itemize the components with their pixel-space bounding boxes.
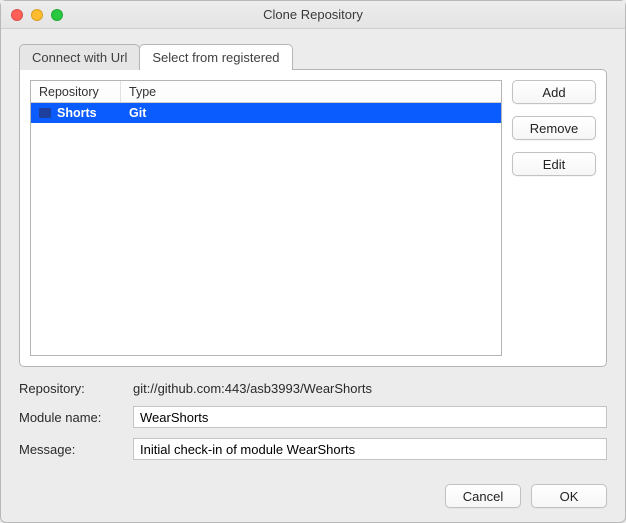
message-field[interactable] xyxy=(133,438,607,460)
table-header: Repository Type xyxy=(31,81,501,103)
add-button[interactable]: Add xyxy=(512,80,596,104)
edit-button[interactable]: Edit xyxy=(512,152,596,176)
form: Repository: git://github.com:443/asb3993… xyxy=(19,381,607,460)
table-row[interactable]: Shorts Git xyxy=(31,103,501,123)
message-label: Message: xyxy=(19,442,127,457)
repository-table[interactable]: Repository Type Shorts Git xyxy=(30,80,502,356)
cancel-button[interactable]: Cancel xyxy=(445,484,521,508)
ok-button[interactable]: OK xyxy=(531,484,607,508)
column-header-type[interactable]: Type xyxy=(121,81,501,102)
tab-select-from-registered[interactable]: Select from registered xyxy=(139,44,292,70)
close-icon[interactable] xyxy=(11,9,23,21)
traffic-lights xyxy=(1,9,63,21)
window: Clone Repository Connect with Url Select… xyxy=(0,0,626,523)
remove-button[interactable]: Remove xyxy=(512,116,596,140)
tab-row: Connect with Url Select from registered xyxy=(19,43,607,69)
titlebar: Clone Repository xyxy=(1,1,625,29)
module-name-field[interactable] xyxy=(133,406,607,428)
repository-value: git://github.com:443/asb3993/WearShorts xyxy=(133,381,607,396)
repository-icon xyxy=(39,108,51,118)
cell-type: Git xyxy=(129,106,146,120)
table-body: Shorts Git xyxy=(31,103,501,355)
repository-label: Repository: xyxy=(19,381,127,396)
tab-connect-with-url[interactable]: Connect with Url xyxy=(19,44,140,70)
zoom-icon[interactable] xyxy=(51,9,63,21)
minimize-icon[interactable] xyxy=(31,9,43,21)
side-buttons: Add Remove Edit xyxy=(512,80,596,356)
content: Connect with Url Select from registered … xyxy=(1,29,625,522)
cell-repository: Shorts xyxy=(57,106,97,120)
footer: Cancel OK xyxy=(19,466,607,508)
registered-panel: Repository Type Shorts Git xyxy=(19,69,607,367)
column-header-repository[interactable]: Repository xyxy=(31,81,121,102)
module-name-label: Module name: xyxy=(19,410,127,425)
window-title: Clone Repository xyxy=(1,7,625,22)
